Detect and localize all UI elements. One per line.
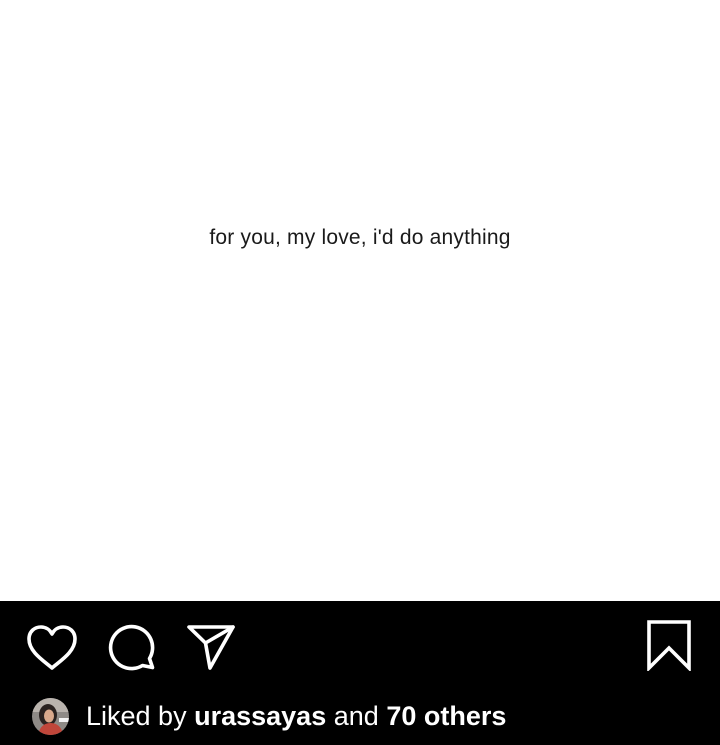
- liked-by-others[interactable]: 70 others: [386, 701, 506, 732]
- liked-by-prefix: Liked by: [86, 700, 187, 731]
- likes-summary[interactable]: Liked by urassayas and 70 others: [32, 696, 506, 736]
- like-button[interactable]: [26, 624, 78, 672]
- save-button[interactable]: [645, 619, 693, 671]
- heart-outline-icon: [27, 625, 77, 670]
- liked-by-username[interactable]: urassayas: [194, 701, 326, 732]
- bookmark-outline-icon: [647, 620, 691, 671]
- post-action-bar: Liked by urassayas and 70 others: [0, 601, 720, 745]
- share-button[interactable]: [186, 623, 236, 671]
- post-image[interactable]: for you, my love, i'd do anything: [0, 0, 720, 601]
- paper-plane-icon: [187, 625, 235, 670]
- liked-by-conjunction: and: [333, 700, 379, 731]
- avatar[interactable]: [32, 697, 69, 735]
- post-image-text: for you, my love, i'd do anything: [209, 226, 511, 249]
- comment-button[interactable]: [107, 623, 157, 673]
- comment-bubble-icon: [108, 624, 155, 671]
